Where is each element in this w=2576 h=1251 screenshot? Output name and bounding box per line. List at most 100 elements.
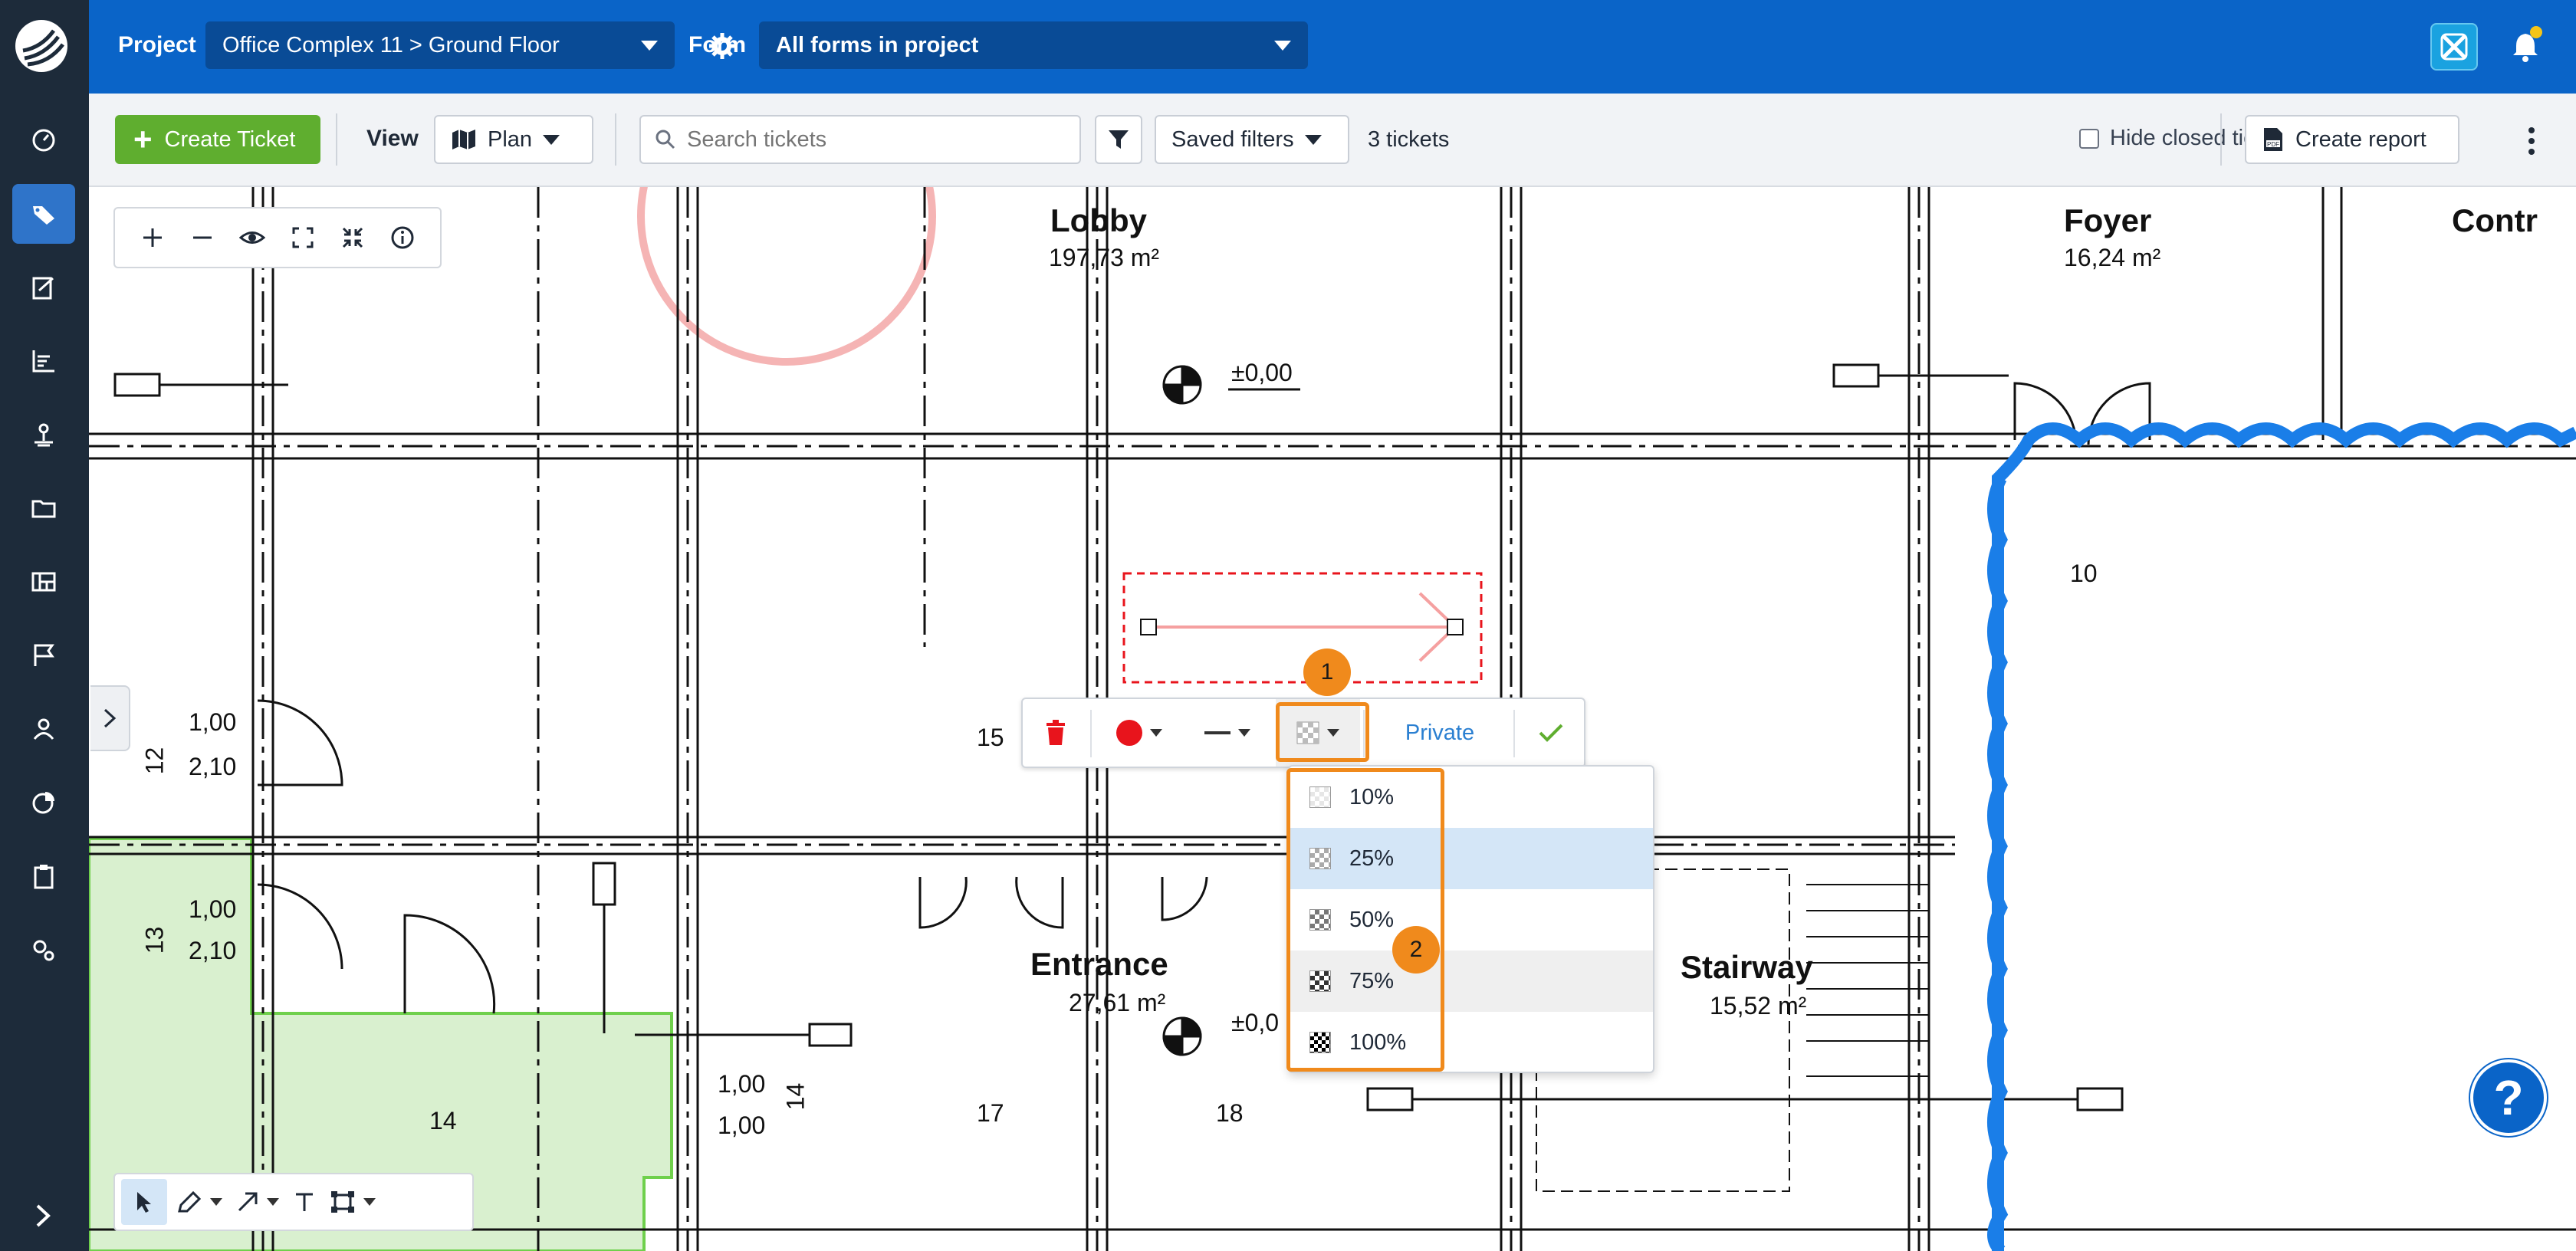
room-name: Entrance	[1030, 946, 1168, 982]
text-tool-icon[interactable]	[288, 1179, 320, 1225]
door-number: 17	[977, 1099, 1004, 1127]
zoom-out-icon[interactable]	[186, 221, 219, 254]
tickets-toolbar: + Create Ticket View Plan Saved filters …	[89, 94, 2576, 187]
pdf-icon: PDF	[2264, 128, 2282, 151]
create-report-button[interactable]: PDF Create report	[2245, 115, 2459, 164]
chevron-down-icon	[1150, 729, 1162, 737]
checkbox[interactable]	[2079, 128, 2099, 149]
search-input[interactable]	[687, 126, 1055, 153]
svg-text:PDF: PDF	[2267, 141, 2279, 148]
form-select[interactable]: All forms in project	[759, 21, 1308, 69]
dimension-label: 2,10	[189, 937, 237, 964]
drawing-tools-panel	[113, 1173, 474, 1231]
user-icon[interactable]	[12, 699, 75, 759]
step-badge: 1	[1303, 648, 1351, 696]
forms-icon[interactable]	[12, 258, 75, 317]
check-icon	[1539, 724, 1563, 742]
analytics-icon[interactable]	[12, 773, 75, 832]
folder-icon[interactable]	[12, 478, 75, 538]
eye-icon[interactable]	[235, 221, 269, 254]
dimension-label: 2,10	[189, 753, 237, 780]
expand-rail-chevron-icon[interactable]	[23, 1196, 63, 1236]
left-navigation-rail	[0, 0, 89, 1251]
plans-icon[interactable]	[12, 552, 75, 612]
delete-markup-button[interactable]	[1023, 699, 1089, 767]
dimension-label: 1,00	[718, 1070, 766, 1098]
view-select-value: Plan	[488, 126, 533, 152]
divider	[615, 113, 616, 166]
step-badge: 2	[1392, 926, 1440, 974]
project-label: Project	[118, 32, 196, 57]
app-switcher-icon[interactable]	[2430, 23, 2478, 71]
help-button[interactable]: ?	[2470, 1059, 2547, 1136]
chevron-down-icon	[641, 40, 658, 51]
pen-tool-icon[interactable]	[172, 1179, 227, 1225]
highlight-box	[1286, 768, 1444, 1072]
chevron-down-icon[interactable]	[363, 1198, 376, 1206]
search-tickets-field[interactable]	[639, 115, 1081, 164]
chevron-down-icon[interactable]	[267, 1198, 279, 1206]
settings-icon[interactable]	[12, 920, 75, 980]
plus-icon: +	[133, 121, 153, 157]
room-name: Foyer	[2064, 202, 2152, 238]
chevron-down-icon	[1274, 40, 1291, 51]
notification-dot	[2530, 26, 2542, 38]
room-area: 15,52 m²	[1710, 992, 1807, 1020]
door-number: 18	[1216, 1099, 1244, 1127]
chevron-down-icon	[1238, 729, 1250, 737]
divider	[1090, 710, 1092, 757]
expand-panel-chevron-icon[interactable]	[90, 685, 130, 751]
divider	[1513, 710, 1515, 757]
project-select-value: Office Complex 11 > Ground Floor	[222, 32, 560, 57]
dimension-label: 1,00	[189, 895, 237, 923]
project-select[interactable]: Office Complex 11 > Ground Floor	[205, 21, 675, 69]
create-report-label: Create report	[2295, 126, 2426, 152]
room-area: 16,24 m²	[2064, 244, 2161, 271]
view-select[interactable]: Plan	[434, 115, 593, 164]
chevron-down-icon[interactable]	[210, 1198, 222, 1206]
search-icon	[656, 130, 675, 149]
form-select-value: All forms in project	[776, 32, 979, 57]
filter-button[interactable]	[1095, 115, 1142, 164]
select-pointer-icon[interactable]	[121, 1179, 167, 1225]
room-area: 197,73 m²	[1049, 244, 1160, 271]
info-icon[interactable]	[386, 221, 419, 254]
flag-icon[interactable]	[12, 626, 75, 685]
red-color-swatch-icon	[1116, 720, 1142, 746]
door-number: 10	[2070, 560, 2098, 587]
reports-icon[interactable]	[12, 331, 75, 391]
dimension-label: 1,00	[189, 708, 237, 736]
app-logo[interactable]	[14, 17, 69, 75]
room-name: Lobby	[1050, 202, 1147, 238]
dimension-label: 1,00	[718, 1111, 766, 1139]
create-ticket-button[interactable]: + Create Ticket	[115, 115, 320, 164]
filter-icon	[1109, 130, 1129, 149]
saved-filters-button[interactable]: Saved filters	[1155, 115, 1349, 164]
zoom-in-icon[interactable]	[136, 221, 169, 254]
divider	[336, 113, 337, 166]
confirm-markup-button[interactable]	[1518, 699, 1584, 767]
view-label: View	[366, 126, 419, 151]
clipboard-icon[interactable]	[12, 846, 75, 906]
arrow-tool-icon[interactable]	[232, 1179, 284, 1225]
shape-tool-icon[interactable]	[325, 1179, 380, 1225]
door-number: 14	[781, 1082, 810, 1111]
chevron-down-icon	[543, 134, 560, 145]
form-label: Form	[688, 32, 746, 57]
tickets-count: 3 tickets	[1368, 127, 1450, 152]
divider	[2220, 113, 2222, 166]
markup-color-select[interactable]	[1096, 699, 1182, 767]
create-ticket-label: Create Ticket	[164, 126, 296, 152]
dashboard-icon[interactable]	[12, 110, 75, 170]
highlight-box	[1276, 702, 1369, 762]
line-style-select[interactable]	[1187, 699, 1268, 767]
tickets-icon[interactable]	[12, 184, 75, 244]
door-number: 12	[140, 747, 169, 775]
location-icon[interactable]	[12, 405, 75, 465]
fullscreen-icon[interactable]	[286, 221, 320, 254]
more-options-icon[interactable]	[2518, 124, 2545, 158]
fit-to-screen-icon[interactable]	[336, 221, 370, 254]
private-toggle[interactable]: Private	[1369, 699, 1510, 767]
saved-filters-label: Saved filters	[1171, 126, 1294, 152]
door-number: 15	[977, 724, 1004, 751]
